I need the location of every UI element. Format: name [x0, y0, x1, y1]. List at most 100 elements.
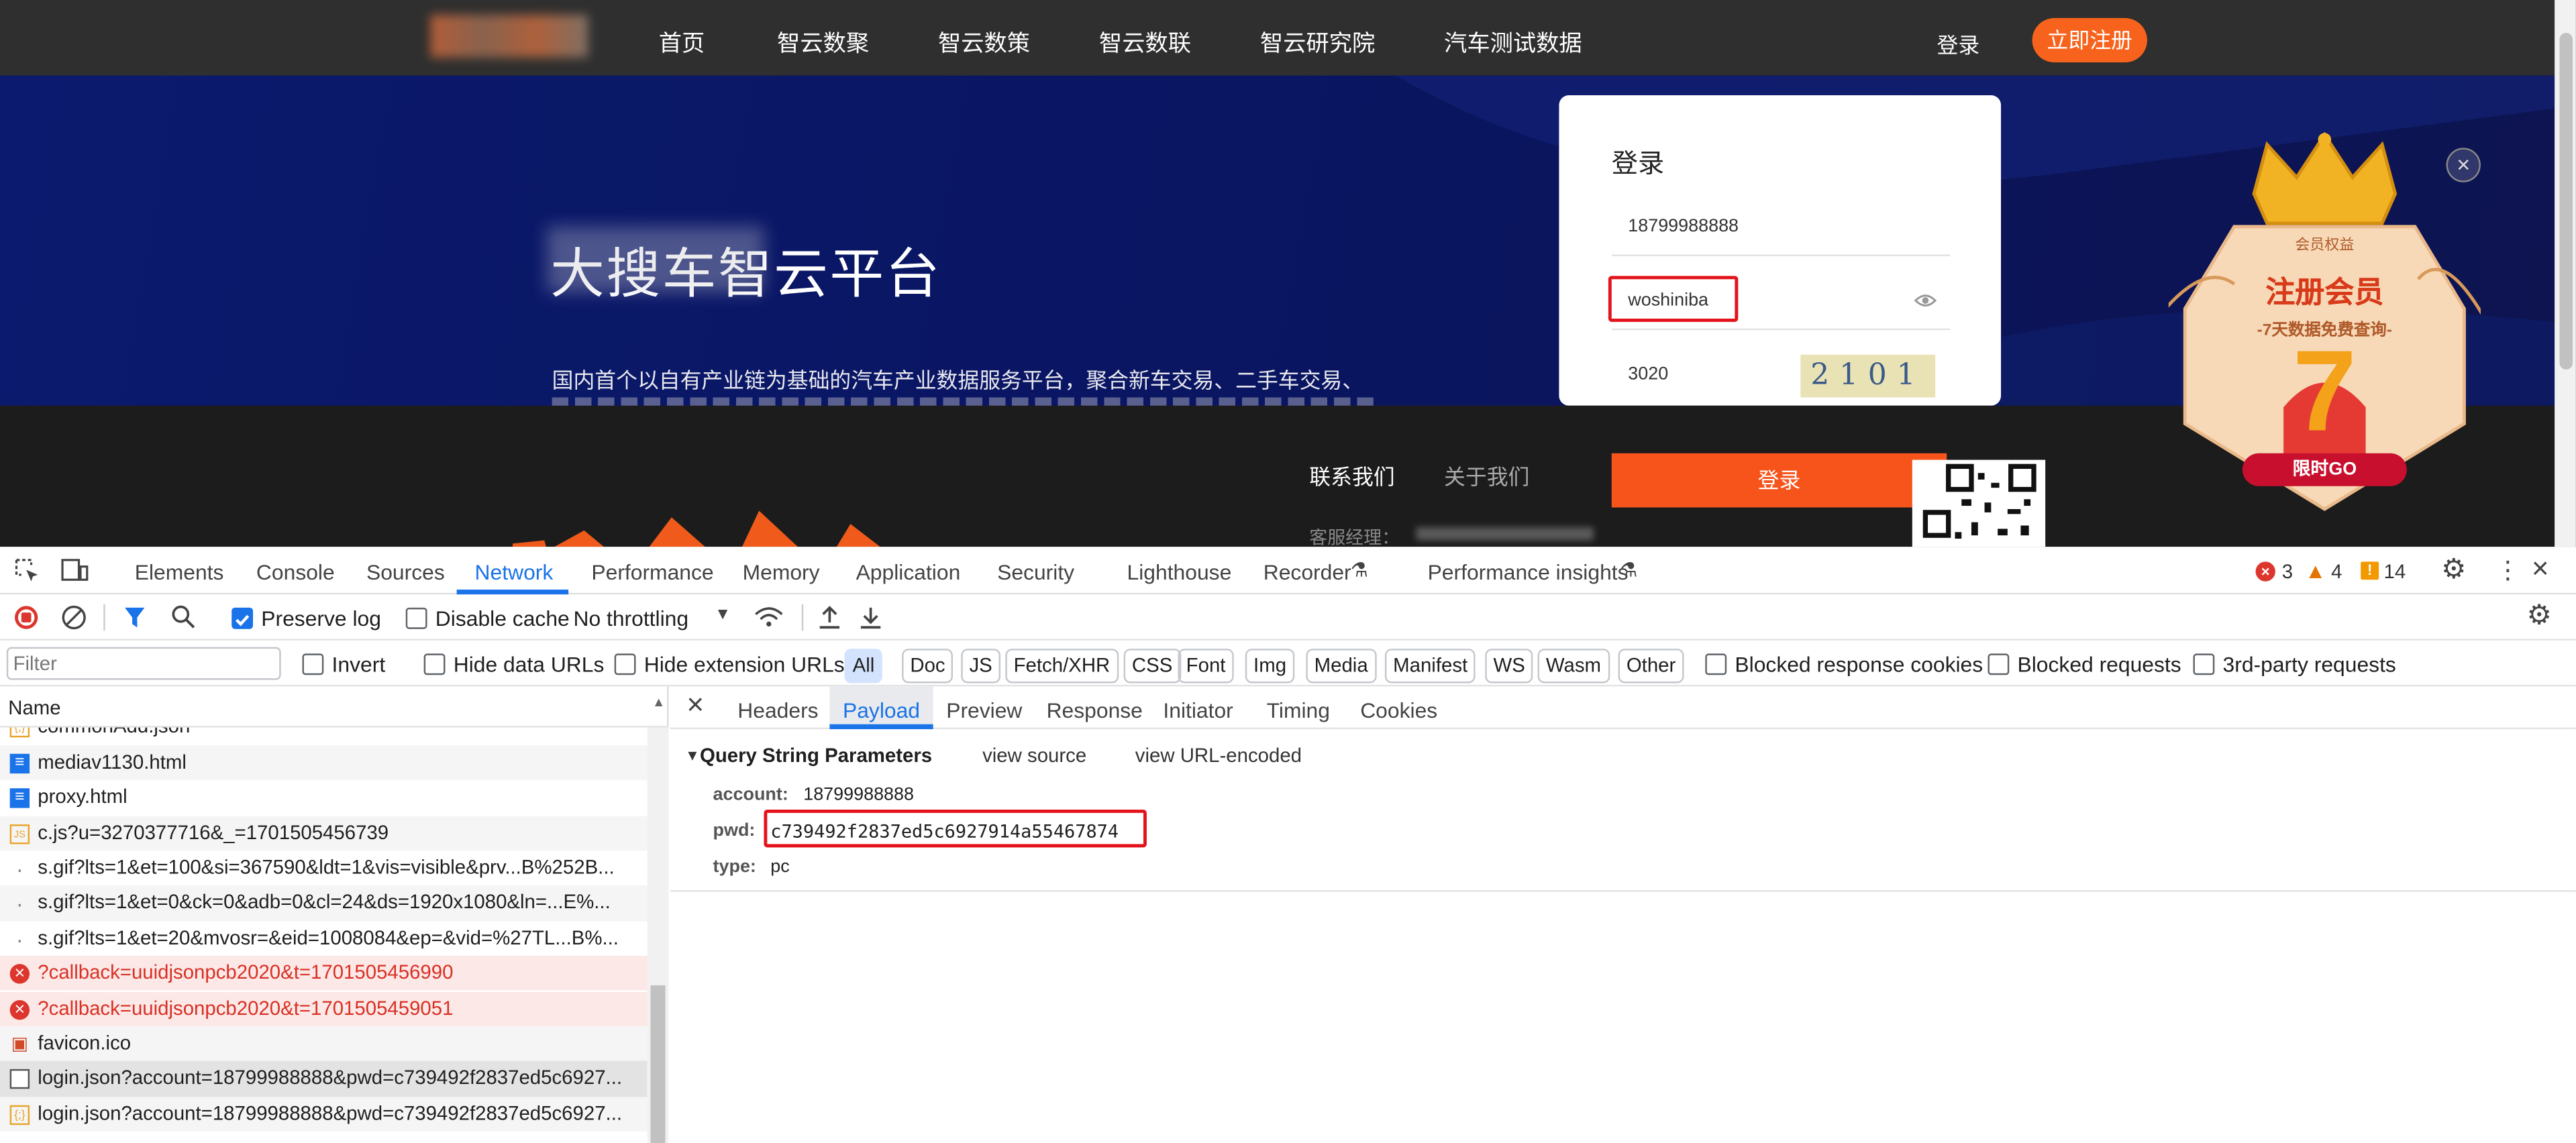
request-list-scrollbar-thumb[interactable] — [650, 985, 666, 1143]
collapse-triangle-icon[interactable]: ▼ — [685, 747, 700, 763]
type-filter-js[interactable]: JS — [961, 649, 1001, 684]
request-row[interactable]: ≡ proxy.html — [0, 780, 648, 815]
nav-zhiyun-shuju[interactable]: 智云数聚 — [777, 26, 869, 59]
request-row[interactable]: × ?callback=uuidjsonpcb2020&t=17015054569… — [0, 956, 648, 991]
captcha-input[interactable]: 3020 — [1628, 365, 1668, 384]
eye-icon[interactable] — [1914, 292, 1937, 309]
invert-checkbox[interactable] — [302, 653, 324, 675]
tab-console[interactable]: Console — [256, 560, 335, 585]
hide-data-urls-label[interactable]: Hide data URLs — [454, 652, 605, 677]
detail-tab-initiator[interactable]: Initiator — [1163, 698, 1233, 723]
request-row[interactable]: · s.gif?lts=1&et=0&ck=0&adb=0&cl=24&ds=19… — [0, 885, 648, 921]
login-link[interactable]: 登录 — [1937, 28, 1980, 60]
tab-recorder[interactable]: Recorder — [1264, 560, 1351, 585]
member-promo-popup[interactable]: 会员权益 注册会员 -7天数据免费查询- 7 限时GO — [2168, 128, 2481, 523]
tab-performance[interactable]: Performance — [591, 560, 713, 585]
inspect-element-icon[interactable] — [15, 558, 40, 583]
type-filter-doc[interactable]: Doc — [902, 649, 954, 684]
clear-icon[interactable] — [61, 604, 87, 631]
third-party-requests-checkbox[interactable] — [2193, 653, 2215, 675]
request-row[interactable]: × ?callback=uuidjsonpcb2020&t=17015054590… — [0, 991, 648, 1026]
captcha-image[interactable]: 2101 — [1800, 354, 1936, 398]
detail-tab-preview[interactable]: Preview — [946, 698, 1022, 723]
request-row[interactable]: JS c.js?u=3270377716&_=1701505456739 — [0, 815, 648, 851]
export-har-icon[interactable] — [859, 604, 882, 631]
close-detail-icon[interactable]: × — [686, 688, 704, 722]
detail-tab-payload[interactable]: Payload — [843, 698, 920, 723]
nav-zhiyun-shulian[interactable]: 智云数联 — [1099, 26, 1191, 59]
search-icon[interactable] — [171, 604, 196, 629]
nav-zhiyun-shuce[interactable]: 智云数策 — [938, 26, 1030, 59]
filter-funnel-icon[interactable] — [123, 606, 146, 629]
nav-home[interactable]: 首页 — [659, 26, 705, 59]
tab-sources[interactable]: Sources — [366, 560, 445, 585]
promo-cta-button[interactable]: 限时GO — [2242, 453, 2407, 486]
name-column-header[interactable]: Name — [8, 696, 60, 719]
preserve-log-label[interactable]: Preserve log — [261, 606, 381, 631]
type-filter-font[interactable]: Font — [1178, 649, 1234, 684]
error-count[interactable]: 3 — [2282, 560, 2293, 583]
sort-arrow-icon[interactable]: ▲ — [652, 695, 665, 710]
request-row[interactable]: {;} commonAdd.json — [0, 727, 648, 745]
blocked-requests-label[interactable]: Blocked requests — [2018, 652, 2181, 677]
type-filter-ws[interactable]: WS — [1485, 649, 1534, 684]
close-devtools-icon[interactable]: × — [2532, 552, 2549, 586]
detail-tab-response[interactable]: Response — [1047, 698, 1143, 723]
request-row[interactable]: · s.gif?lts=1&et=100&si=367590&ldt=1&vis=… — [0, 851, 648, 885]
detail-tab-cookies[interactable]: Cookies — [1360, 698, 1437, 723]
hide-extension-urls-label[interactable]: Hide extension URLs — [644, 652, 845, 677]
network-settings-gear-icon[interactable]: ⚙ — [2526, 600, 2551, 633]
record-stop-icon[interactable] — [15, 606, 38, 629]
login-submit-button[interactable]: 登录 — [1611, 453, 1947, 508]
blocked-requests-checkbox[interactable] — [1988, 653, 2010, 675]
detail-tab-timing[interactable]: Timing — [1267, 698, 1330, 723]
close-promo-icon[interactable]: × — [2446, 148, 2481, 182]
more-options-icon[interactable]: ⋮ — [2495, 555, 2520, 585]
request-row[interactable]: · s.gif?lts=1&et=20&mvosr=&eid=1008084&ep… — [0, 921, 648, 956]
request-row[interactable]: login.json?account=18799988888&pwd=c7394… — [0, 1061, 648, 1097]
disable-cache-label[interactable]: Disable cache — [435, 606, 570, 631]
disable-cache-checkbox[interactable] — [405, 607, 427, 629]
detail-tab-headers[interactable]: Headers — [737, 698, 818, 723]
settings-gear-icon[interactable]: ⚙ — [2441, 553, 2466, 586]
type-filter-other[interactable]: Other — [1618, 649, 1684, 684]
type-filter-img[interactable]: Img — [1245, 649, 1295, 684]
page-scrollbar-thumb[interactable] — [2559, 32, 2573, 370]
footer-about-us[interactable]: 关于我们 — [1444, 460, 1529, 492]
tab-network[interactable]: Network — [475, 560, 554, 585]
site-logo[interactable] — [430, 15, 588, 58]
request-row[interactable]: {;} login.json?account=18799988888&pwd=c7… — [0, 1096, 648, 1132]
invert-label[interactable]: Invert — [332, 652, 386, 677]
tab-lighthouse[interactable]: Lighthouse — [1127, 560, 1232, 585]
hide-data-urls-checkbox[interactable] — [423, 653, 446, 675]
throttling-dropdown-icon[interactable]: ▼ — [715, 606, 731, 624]
hide-extension-urls-checkbox[interactable] — [614, 653, 636, 675]
request-row[interactable]: ≡ mediav1130.html — [0, 745, 648, 781]
type-filter-all[interactable]: All — [844, 649, 883, 684]
throttling-select[interactable]: No throttling — [573, 606, 688, 631]
network-conditions-icon[interactable] — [754, 606, 784, 629]
tab-elements[interactable]: Elements — [135, 560, 224, 585]
preserve-log-checkbox[interactable] — [231, 607, 254, 629]
view-source-link[interactable]: view source — [982, 744, 1086, 767]
nav-car-test-data[interactable]: 汽车测试数据 — [1444, 26, 1582, 59]
register-button[interactable]: 立即注册 — [2032, 17, 2147, 63]
query-string-section-title[interactable]: Query String Parameters — [700, 744, 932, 767]
type-filter-media[interactable]: Media — [1306, 649, 1376, 684]
type-filter-fetch-xhr[interactable]: Fetch/XHR — [1005, 649, 1119, 684]
warning-count[interactable]: 4 — [2331, 560, 2342, 583]
third-party-requests-label[interactable]: 3rd-party requests — [2223, 652, 2396, 677]
request-row[interactable]: ▣ favicon.ico — [0, 1026, 648, 1062]
type-filter-wasm[interactable]: Wasm — [1537, 649, 1610, 684]
blocked-response-cookies-label[interactable]: Blocked response cookies — [1735, 652, 1983, 677]
blocked-response-cookies-checkbox[interactable] — [1705, 653, 1727, 675]
tab-security[interactable]: Security — [997, 560, 1074, 585]
tab-application[interactable]: Application — [856, 560, 961, 585]
type-filter-manifest[interactable]: Manifest — [1384, 649, 1476, 684]
nav-research-institute[interactable]: 智云研究院 — [1260, 26, 1375, 59]
account-field[interactable]: 18799988888 — [1628, 217, 1739, 236]
view-url-encoded-link[interactable]: view URL-encoded — [1135, 744, 1302, 767]
import-har-icon[interactable] — [818, 604, 841, 631]
tab-memory[interactable]: Memory — [743, 560, 820, 585]
footer-contact-us[interactable]: 联系我们 — [1309, 460, 1394, 492]
